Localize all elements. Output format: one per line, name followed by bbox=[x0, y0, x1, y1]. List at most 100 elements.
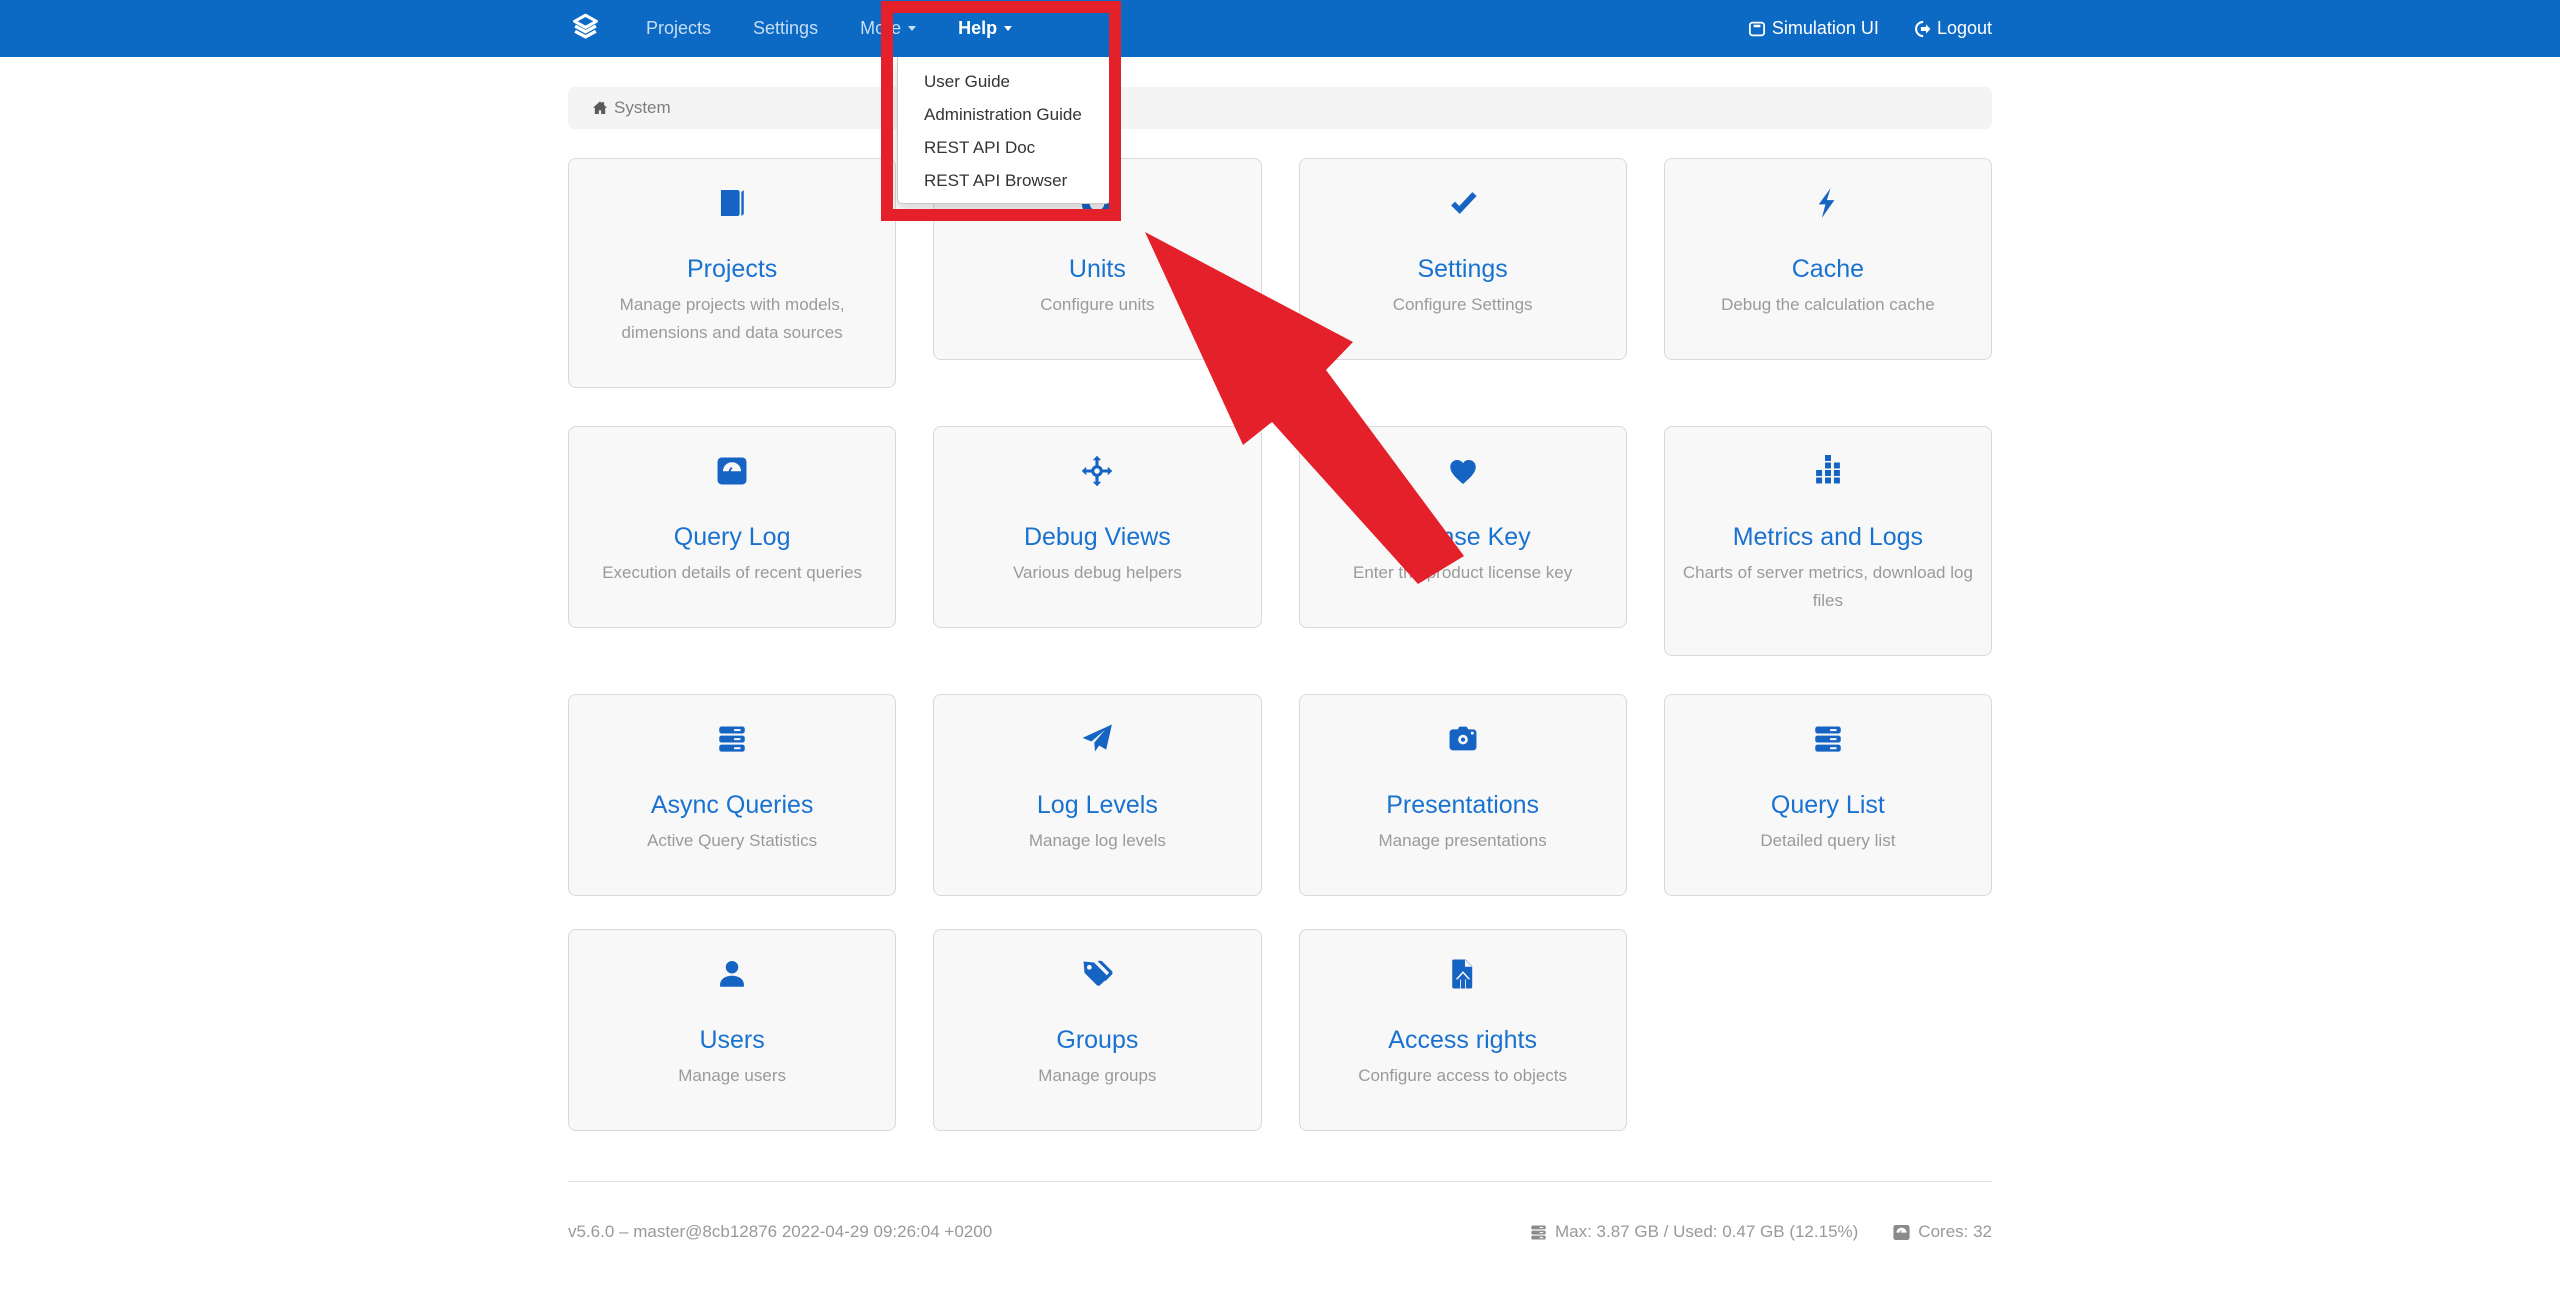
tile-title: Settings bbox=[1314, 253, 1612, 285]
navbar-right-menu: Simulation UI Logout bbox=[1748, 0, 1992, 57]
tile-presentations[interactable]: Presentations Manage presentations bbox=[1299, 694, 1627, 896]
nav-item-label: Simulation UI bbox=[1772, 18, 1879, 39]
nav-item-more[interactable]: More bbox=[839, 0, 937, 57]
tile-description: Detailed query list bbox=[1679, 827, 1977, 855]
nav-item-logout[interactable]: Logout bbox=[1913, 0, 1992, 57]
tile-debug-views[interactable]: Debug Views Various debug helpers bbox=[933, 426, 1261, 628]
tile-description: Manage log levels bbox=[948, 827, 1246, 855]
tile-title: Debug Views bbox=[948, 521, 1246, 553]
menu-item-rest-api-doc[interactable]: REST API Doc bbox=[898, 131, 1110, 164]
tile-title: Metrics and Logs bbox=[1679, 521, 1977, 553]
nav-item-settings[interactable]: Settings bbox=[732, 0, 839, 57]
lightning-icon bbox=[1679, 185, 1977, 221]
tile-query-log[interactable]: Query Log Execution details of recent qu… bbox=[568, 426, 896, 628]
help-dropdown: User GuideAdministration GuideREST API D… bbox=[897, 57, 1111, 204]
nav-item-label: More bbox=[860, 18, 901, 39]
tile-title: Access rights bbox=[1314, 1024, 1612, 1056]
layers-icon bbox=[572, 12, 599, 46]
tile-title: Query Log bbox=[583, 521, 881, 553]
nav-item-label: Logout bbox=[1937, 18, 1992, 39]
tile-async-queries[interactable]: Async Queries Active Query Statistics bbox=[568, 694, 896, 896]
tile-grid: Projects Manage projects with models, di… bbox=[568, 158, 1992, 1131]
server-icon bbox=[1529, 1223, 1548, 1242]
tile-access-rights[interactable]: Access rights Configure access to object… bbox=[1299, 929, 1627, 1131]
server-icon bbox=[583, 721, 881, 757]
file-upload-icon bbox=[1314, 956, 1612, 992]
chevron-down-icon bbox=[908, 26, 916, 31]
menu-item-user-guide[interactable]: User Guide bbox=[898, 65, 1110, 98]
brand-logo[interactable] bbox=[572, 12, 599, 46]
tile-description: Manage users bbox=[583, 1062, 881, 1090]
memory-status: Max: 3.87 GB / Used: 0.47 GB (12.15%) bbox=[1529, 1222, 1858, 1242]
home-icon[interactable] bbox=[591, 99, 609, 117]
nav-item-label: Projects bbox=[646, 18, 711, 39]
tile-description: Execution details of recent queries bbox=[583, 559, 881, 587]
tile-title: Log Levels bbox=[948, 789, 1246, 821]
tile-row: Query Log Execution details of recent qu… bbox=[568, 426, 1992, 656]
heart-icon bbox=[1314, 453, 1612, 489]
tile-description: Configure units bbox=[948, 291, 1246, 319]
tile-title: Users bbox=[583, 1024, 881, 1056]
tile-title: Units bbox=[948, 253, 1246, 285]
nav-item-help[interactable]: Help bbox=[937, 0, 1033, 57]
tile-description: Configure access to objects bbox=[1314, 1062, 1612, 1090]
footer-divider bbox=[568, 1181, 1992, 1182]
tile-description: Active Query Statistics bbox=[583, 827, 881, 855]
tile-query-list[interactable]: Query List Detailed query list bbox=[1664, 694, 1992, 896]
equalizer-icon bbox=[1679, 453, 1977, 489]
nav-item-label: Settings bbox=[753, 18, 818, 39]
navbar-menu: Projects Settings More Help bbox=[625, 0, 1033, 57]
user-icon bbox=[583, 956, 881, 992]
menu-item-rest-api-browser[interactable]: REST API Browser bbox=[898, 164, 1110, 197]
scale-icon bbox=[583, 453, 881, 489]
tile-title: Async Queries bbox=[583, 789, 881, 821]
tile-groups[interactable]: Groups Manage groups bbox=[933, 929, 1261, 1131]
nav-item-simulation-ui[interactable]: Simulation UI bbox=[1748, 0, 1879, 57]
top-navbar: Projects Settings More Help Simulation UI Lo… bbox=[0, 0, 2560, 57]
version-text: v5.6.0 – master@8cb12876 2022-04-29 09:2… bbox=[568, 1222, 992, 1242]
tile-description: Charts of server metrics, download log f… bbox=[1679, 559, 1977, 615]
nav-item-label: Help bbox=[958, 18, 997, 39]
nav-item-projects[interactable]: Projects bbox=[625, 0, 732, 57]
tile-settings[interactable]: Settings Configure Settings bbox=[1299, 158, 1627, 360]
move-target-icon bbox=[948, 453, 1246, 489]
tile-title: Presentations bbox=[1314, 789, 1612, 821]
app-window-icon bbox=[1748, 20, 1766, 38]
tile-users[interactable]: Users Manage users bbox=[568, 929, 896, 1131]
tile-row: Async Queries Active Query Statistics Lo… bbox=[568, 694, 1992, 896]
send-icon bbox=[948, 721, 1246, 757]
tile-description: Manage groups bbox=[948, 1062, 1246, 1090]
tile-projects[interactable]: Projects Manage projects with models, di… bbox=[568, 158, 896, 388]
tile-row: Users Manage users Groups Manage groups … bbox=[568, 929, 1992, 1131]
tile-description: Debug the calculation cache bbox=[1679, 291, 1977, 319]
tile-title: Cache bbox=[1679, 253, 1977, 285]
scale-icon bbox=[1892, 1223, 1911, 1242]
logout-icon bbox=[1913, 20, 1931, 38]
chevron-down-icon bbox=[1004, 26, 1012, 31]
tile-title: Projects bbox=[583, 253, 881, 285]
breadcrumb: System bbox=[568, 87, 1992, 129]
tag-icon bbox=[948, 956, 1246, 992]
menu-item-administration-guide[interactable]: Administration Guide bbox=[898, 98, 1110, 131]
breadcrumb-label: System bbox=[614, 98, 671, 118]
tile-cache[interactable]: Cache Debug the calculation cache bbox=[1664, 158, 1992, 360]
tile-description: Various debug helpers bbox=[948, 559, 1246, 587]
check-icon bbox=[1314, 185, 1612, 221]
tile-title: Query List bbox=[1679, 789, 1977, 821]
tile-description: Manage projects with models, dimensions … bbox=[583, 291, 881, 347]
tile-row: Projects Manage projects with models, di… bbox=[568, 158, 1992, 388]
cores-status: Cores: 32 bbox=[1892, 1222, 1992, 1242]
tile-description: Configure Settings bbox=[1314, 291, 1612, 319]
tile-log-levels[interactable]: Log Levels Manage log levels bbox=[933, 694, 1261, 896]
memory-text: Max: 3.87 GB / Used: 0.47 GB (12.15%) bbox=[1555, 1222, 1858, 1242]
footer: v5.6.0 – master@8cb12876 2022-04-29 09:2… bbox=[568, 1222, 1992, 1242]
tile-license-key[interactable]: License Key Enter the product license ke… bbox=[1299, 426, 1627, 628]
tile-title: Groups bbox=[948, 1024, 1246, 1056]
camera-icon bbox=[1314, 721, 1612, 757]
book-icon bbox=[583, 185, 881, 221]
server-icon bbox=[1679, 721, 1977, 757]
tile-description: Enter the product license key bbox=[1314, 559, 1612, 587]
tile-description: Manage presentations bbox=[1314, 827, 1612, 855]
tile-metrics-and-logs[interactable]: Metrics and Logs Charts of server metric… bbox=[1664, 426, 1992, 656]
cores-text: Cores: 32 bbox=[1918, 1222, 1992, 1242]
